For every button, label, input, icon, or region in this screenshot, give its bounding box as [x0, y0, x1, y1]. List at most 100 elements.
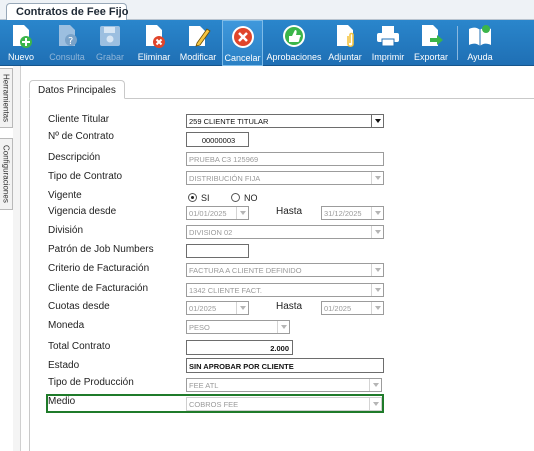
- vigente-si-radio[interactable]: [188, 193, 197, 202]
- chevron-down-icon[interactable]: [371, 207, 383, 219]
- consulta-label: Consulta: [49, 52, 85, 62]
- tipo-contrato-value: DISTRIBUCIÓN FIJA: [189, 174, 261, 183]
- aprobaciones-button[interactable]: Aprobaciones: [265, 20, 323, 66]
- criterio-facturacion-value: FACTURA A CLIENTE DEFINIDO: [189, 266, 302, 275]
- cliente-titular-value: 259 CLIENTE TITULAR: [189, 117, 269, 126]
- cliente-titular-select[interactable]: 259 CLIENTE TITULAR: [186, 114, 384, 128]
- vigente-si-label: SI: [201, 193, 210, 203]
- aprobaciones-label: Aprobaciones: [266, 52, 322, 62]
- modificar-label: Modificar: [179, 52, 217, 62]
- division-label: División: [48, 225, 84, 236]
- delete-document-icon: [146, 25, 165, 48]
- tab-datos-principales[interactable]: Datos Principales: [29, 80, 125, 99]
- vigente-no-label: NO: [244, 193, 258, 203]
- cuotas-desde-value: 01/2025: [189, 304, 217, 313]
- estado-field: SIN APROBAR POR CLIENTE: [186, 358, 384, 373]
- query-icon: ?: [59, 25, 77, 47]
- edit-document-icon: [189, 26, 211, 47]
- exportar-label: Exportar: [413, 52, 448, 62]
- descripcion-value: PRUEBA C3 125969: [189, 155, 259, 164]
- eliminar-button[interactable]: Eliminar: [134, 20, 174, 66]
- cliente-facturacion-select[interactable]: 1342 CLIENTE FACT.: [186, 283, 384, 297]
- side-tab-configuraciones-label: Configuraciones: [1, 145, 11, 203]
- tipo-produccion-select[interactable]: FEE ATL: [186, 378, 382, 392]
- estado-value: SIN APROBAR POR CLIENTE: [189, 362, 294, 371]
- medio-value: COBROS FEE: [189, 400, 239, 409]
- save-icon: [100, 26, 120, 46]
- division-value: DIVISION 02: [189, 228, 233, 237]
- vigente-label: Vigente: [48, 190, 82, 201]
- cuotas-desde-label: Cuotas desde: [48, 301, 110, 312]
- nro-contrato-value: 00000003: [201, 136, 236, 145]
- total-contrato-value: 2.000: [270, 344, 289, 353]
- adjuntar-button[interactable]: Adjuntar: [326, 20, 364, 66]
- nro-contrato-label: Nº de Contrato: [48, 131, 114, 142]
- tipo-contrato-select[interactable]: DISTRIBUCIÓN FIJA: [186, 171, 384, 185]
- vigencia-desde-label: Vigencia desde: [48, 206, 117, 217]
- consulta-button[interactable]: ? Consulta: [44, 20, 90, 66]
- medio-label: Medio: [48, 396, 76, 407]
- vigencia-desde-value: 01/01/2025: [189, 209, 227, 218]
- cliente-facturacion-value: 1342 CLIENTE FACT.: [189, 286, 262, 295]
- help-book-icon: [469, 25, 491, 46]
- chevron-down-icon[interactable]: [277, 321, 289, 333]
- tipo-produccion-label: Tipo de Producción: [48, 377, 134, 388]
- cuotas-hasta-value: 01/2025: [324, 304, 352, 313]
- side-tab-herramientas[interactable]: Herramientas: [0, 68, 13, 128]
- vigencia-hasta-field[interactable]: 31/12/2025: [321, 206, 384, 220]
- nro-contrato-field[interactable]: 00000003: [186, 132, 249, 147]
- chevron-down-icon[interactable]: [371, 284, 383, 296]
- cancelar-label: Cancelar: [224, 53, 261, 63]
- nuevo-button[interactable]: Nuevo: [4, 20, 38, 66]
- exportar-button[interactable]: Exportar: [411, 20, 451, 66]
- criterio-facturacion-label: Criterio de Facturación: [48, 263, 150, 274]
- chevron-down-icon[interactable]: [236, 302, 248, 314]
- cuotas-hasta-label: Hasta: [276, 301, 303, 312]
- toolbar-separator: [457, 26, 458, 60]
- attach-icon: [337, 25, 354, 48]
- estado-label: Estado: [48, 360, 80, 371]
- chevron-down-icon[interactable]: [371, 115, 383, 127]
- cancelar-button[interactable]: Cancelar: [222, 20, 263, 66]
- cuotas-desde-field[interactable]: 01/2025: [186, 301, 249, 315]
- cuotas-hasta-field[interactable]: 01/2025: [321, 301, 384, 315]
- chevron-down-icon[interactable]: [369, 398, 381, 410]
- cliente-titular-label: Cliente Titular: [48, 114, 110, 125]
- svg-text:?: ?: [68, 36, 73, 47]
- imprimir-label: Imprimir: [371, 52, 405, 62]
- approval-icon: [283, 25, 305, 47]
- printer-icon: [377, 26, 399, 47]
- side-strip: [13, 66, 21, 451]
- imprimir-button[interactable]: Imprimir: [370, 20, 406, 66]
- chevron-down-icon[interactable]: [236, 207, 248, 219]
- modificar-button[interactable]: Modificar: [177, 20, 219, 66]
- moneda-select[interactable]: PESO: [186, 320, 290, 334]
- window-titlebar: Contratos de Fee Fijo: [0, 0, 534, 20]
- tipo-produccion-value: FEE ATL: [189, 381, 219, 390]
- division-select[interactable]: DIVISION 02: [186, 225, 384, 239]
- descripcion-field[interactable]: PRUEBA C3 125969: [186, 152, 384, 166]
- medio-select[interactable]: COBROS FEE: [186, 397, 382, 411]
- grabar-label: Grabar: [95, 52, 124, 62]
- window-tab[interactable]: Contratos de Fee Fijo: [6, 3, 128, 20]
- criterio-facturacion-select[interactable]: FACTURA A CLIENTE DEFINIDO: [186, 263, 384, 277]
- eliminar-label: Eliminar: [137, 52, 171, 62]
- chevron-down-icon[interactable]: [371, 302, 383, 314]
- patron-job-label: Patrón de Job Numbers: [48, 244, 154, 255]
- cancel-icon: [231, 26, 254, 48]
- side-tab-configuraciones[interactable]: Configuraciones: [0, 138, 13, 210]
- cliente-facturacion-label: Cliente de Facturación: [48, 283, 149, 294]
- vigencia-hasta-value: 31/12/2025: [324, 209, 362, 218]
- export-icon: [422, 25, 443, 46]
- chevron-down-icon[interactable]: [371, 172, 383, 184]
- ayuda-button[interactable]: Ayuda: [463, 20, 497, 66]
- chevron-down-icon[interactable]: [369, 379, 381, 391]
- vigente-no-radio[interactable]: [231, 193, 240, 202]
- chevron-down-icon[interactable]: [371, 264, 383, 276]
- vigencia-desde-field[interactable]: 01/01/2025: [186, 206, 249, 220]
- tipo-contrato-label: Tipo de Contrato: [48, 171, 123, 182]
- patron-job-field[interactable]: [186, 244, 249, 258]
- grabar-button[interactable]: Grabar: [92, 20, 128, 66]
- chevron-down-icon[interactable]: [371, 226, 383, 238]
- total-contrato-field[interactable]: 2.000: [186, 340, 293, 355]
